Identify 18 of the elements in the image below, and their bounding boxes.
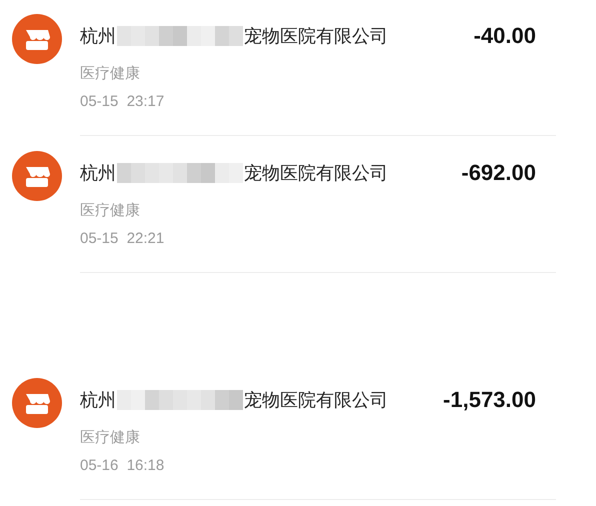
- transaction-time: 05-15 22:21: [80, 230, 166, 247]
- transaction-time: 05-16 16:18: [80, 457, 166, 474]
- merchant-name-end: 宠物医院有限公司: [244, 162, 388, 185]
- shop-icon: [12, 151, 62, 201]
- transaction-time: 05-15 23:17: [80, 93, 166, 110]
- shop-icon: [12, 378, 62, 428]
- merchant-name-start: 杭州: [80, 389, 116, 412]
- merchant-name-start: 杭州: [80, 162, 116, 185]
- shop-icon: [12, 14, 62, 64]
- amount: -40.00: [474, 23, 537, 49]
- amount: -1,573.00: [443, 387, 537, 413]
- merchant-name-end: 宠物医院有限公司: [244, 25, 388, 48]
- category-label: 医疗健康: [80, 428, 141, 447]
- amount: -692.00: [461, 160, 537, 186]
- category-label: 医疗健康: [80, 64, 141, 83]
- merchant-name-end: 宠物医院有限公司: [244, 389, 388, 412]
- category-label: 医疗健康: [80, 201, 141, 220]
- merchant-name-start: 杭州: [80, 25, 116, 48]
